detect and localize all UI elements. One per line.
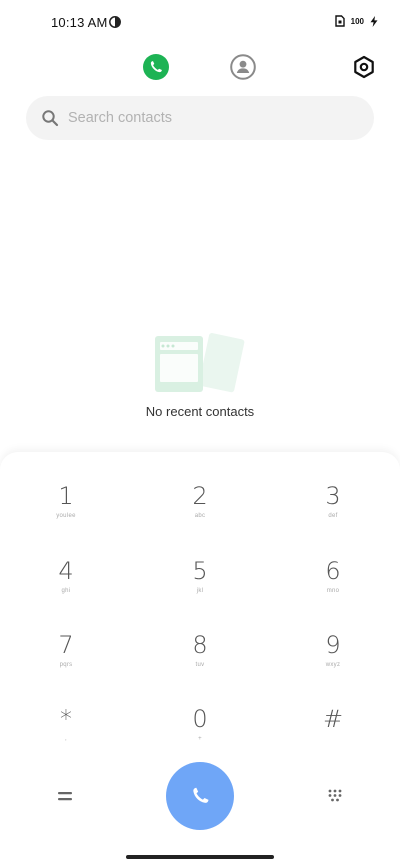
dial-key-9[interactable]: 9 wxyz: [273, 631, 393, 691]
status-time: 10:13 AM: [51, 15, 108, 30]
settings-icon: [354, 55, 374, 79]
key-digit: *: [60, 705, 72, 733]
call-button[interactable]: [166, 762, 234, 830]
search-input[interactable]: [68, 110, 348, 126]
status-right: 100: [334, 15, 378, 27]
key-letters: mno: [326, 588, 340, 594]
key-digit: 9: [325, 631, 341, 659]
key-digit: 7: [58, 631, 74, 659]
key-digit: 6: [325, 557, 341, 585]
dial-key-3[interactable]: 3 def: [273, 482, 393, 542]
key-letters: +: [198, 736, 202, 742]
home-indicator[interactable]: [126, 855, 274, 859]
dial-key-7[interactable]: 7 pqrs: [6, 631, 126, 691]
battery-level: 100: [350, 16, 364, 26]
key-digit: #: [322, 705, 344, 733]
key-digit: 8: [192, 631, 208, 659]
phone-icon: [193, 787, 209, 803]
key-letters: youlee: [56, 513, 76, 519]
dial-key-hash[interactable]: #: [273, 705, 393, 765]
key-digit: 4: [58, 557, 74, 585]
key-letters: tuv: [195, 662, 205, 668]
phone-icon: [143, 54, 169, 80]
sim-card-icon: [334, 15, 345, 27]
dial-key-1[interactable]: 1 youlee: [6, 482, 126, 542]
tab-phone[interactable]: [143, 54, 169, 80]
dialpad-icon: [328, 789, 342, 802]
key-digit: 5: [192, 557, 208, 585]
menu-button[interactable]: [52, 784, 78, 808]
dial-key-8[interactable]: 8 tuv: [140, 631, 260, 691]
person-icon: [230, 54, 256, 80]
dial-key-2[interactable]: 2 abc: [140, 482, 260, 542]
dial-key-4[interactable]: 4 ghi: [6, 557, 126, 617]
tab-settings[interactable]: [351, 54, 377, 80]
key-digit: 3: [325, 482, 341, 510]
menu-icon: [58, 792, 72, 801]
dial-key-5[interactable]: 5 jkl: [140, 557, 260, 617]
key-letters: wxyz: [325, 662, 341, 668]
dialpad-toggle-button[interactable]: [322, 784, 348, 808]
dial-key-6[interactable]: 6 mno: [273, 557, 393, 617]
key-letters: jkl: [196, 588, 204, 594]
status-bar: 10:13 AM 100: [0, 0, 400, 44]
dial-key-star[interactable]: * ,: [6, 705, 126, 765]
moon-icon: [109, 16, 121, 28]
tab-contacts[interactable]: [230, 54, 256, 80]
charging-icon: [370, 15, 378, 27]
key-digit: 0: [192, 705, 208, 733]
search-icon: [42, 110, 59, 127]
key-digit: 2: [192, 482, 208, 510]
contact-cards-icon: [155, 333, 245, 393]
key-letters: ,: [65, 736, 67, 742]
key-letters: ghi: [61, 588, 71, 594]
key-letters: abc: [194, 513, 206, 519]
search-bar[interactable]: [26, 96, 374, 140]
key-letters: def: [328, 513, 338, 519]
key-letters: pqrs: [59, 662, 73, 668]
dial-key-0[interactable]: 0 +: [140, 705, 260, 765]
key-digit: 1: [58, 482, 74, 510]
empty-state-message: No recent contacts: [145, 404, 255, 419]
